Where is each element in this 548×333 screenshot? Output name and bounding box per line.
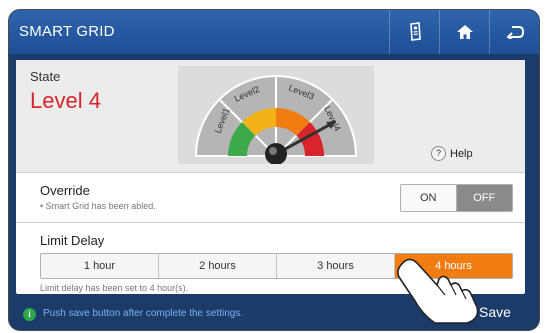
- page-title: SMART GRID: [19, 23, 115, 40]
- title-bar: SMART GRID: [9, 10, 539, 54]
- limit-option-2-hours[interactable]: 2 hours: [159, 254, 277, 278]
- home-icon: [456, 24, 474, 40]
- limit-delay-title: Limit Delay: [40, 233, 105, 248]
- override-on-button[interactable]: ON: [401, 185, 457, 211]
- remote-button[interactable]: [389, 10, 440, 54]
- remote-icon: [407, 22, 423, 42]
- state-value: Level 4: [30, 88, 101, 113]
- help-icon: ?: [431, 146, 446, 161]
- back-button[interactable]: [489, 10, 539, 54]
- state-label: State: [30, 69, 61, 84]
- limit-delay-status: Limit delay has been set to 4 hour(s).: [40, 283, 189, 293]
- info-icon: i: [23, 308, 36, 321]
- override-title: Override: [40, 183, 90, 198]
- divider: [16, 222, 525, 223]
- override-off-button[interactable]: OFF: [456, 185, 512, 211]
- override-toggle[interactable]: ON OFF: [400, 184, 513, 212]
- help-label: Help: [450, 147, 473, 160]
- home-button[interactable]: [439, 10, 490, 54]
- help-button[interactable]: ? Help: [431, 146, 473, 161]
- save-notice: Push save button after complete the sett…: [43, 308, 244, 319]
- save-button[interactable]: Save: [479, 304, 511, 320]
- override-subtitle: • Smart Grid has been abled.: [40, 201, 156, 211]
- limit-option-1-hour[interactable]: 1 hour: [41, 254, 159, 278]
- limit-option-3-hours[interactable]: 3 hours: [277, 254, 395, 278]
- divider: [16, 172, 525, 173]
- state-section: State Level 4 Level1 Level2 Level3 Level…: [16, 60, 525, 172]
- level-gauge: Level1 Level2 Level3 Level4: [178, 66, 374, 165]
- pointing-hand-icon: [385, 255, 480, 330]
- back-icon: [506, 25, 524, 39]
